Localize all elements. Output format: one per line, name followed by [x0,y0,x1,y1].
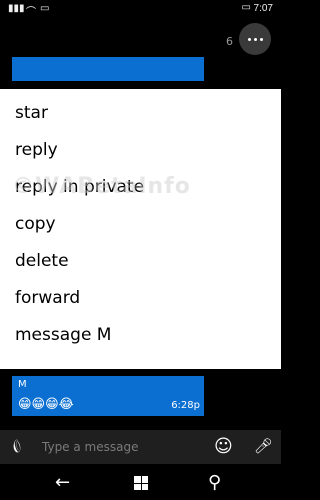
watermark: ©WABetaInfo [12,174,191,199]
compose-bar: 𝒪 Type a message ☺ 🎤︎ [0,430,281,464]
paperclip-icon[interactable]: 𝒪 [7,437,26,456]
smiley-icon[interactable]: ☺ [214,436,233,457]
menu-item-delete[interactable]: delete [15,246,265,276]
message-emojis: 😁😁😁😂 [18,397,74,412]
more-icon [247,37,263,41]
message-sender: M [18,379,27,390]
menu-item-forward[interactable]: forward [15,283,265,313]
menu-item-message-m[interactable]: message M [15,320,265,350]
back-arrow-icon[interactable]: ← [55,472,70,493]
message-bubble[interactable]: M 😁😁😁😂 6:28p [12,376,204,416]
battery-icon: ▭ [241,2,251,13]
menu-item-star[interactable]: star [15,98,265,128]
signal-icon: ▮▮▮ [8,3,25,14]
message-notification-icon: ▭ [40,3,50,14]
search-icon[interactable]: ⚲ [208,472,221,493]
microphone-icon[interactable]: 🎤︎ [254,437,273,455]
windows-start-icon[interactable] [134,476,148,490]
selected-message-bubble[interactable] [12,57,204,81]
wifi-icon: ⌒ [26,7,36,18]
menu-item-copy[interactable]: copy [15,209,265,239]
status-bar: ▮▮▮ ⌒ ▭ ▭ 7:07 [0,0,281,18]
message-time: 6:28p [171,400,200,411]
menu-item-reply[interactable]: reply [15,135,265,165]
more-button[interactable] [239,23,271,55]
navigation-bar: ← ⚲ [0,466,281,500]
context-menu: star reply reply in private copy delete … [0,89,281,369]
message-input[interactable]: Type a message [42,440,138,454]
message-count: 6 [226,35,233,48]
status-time: 7:07 [253,3,273,14]
